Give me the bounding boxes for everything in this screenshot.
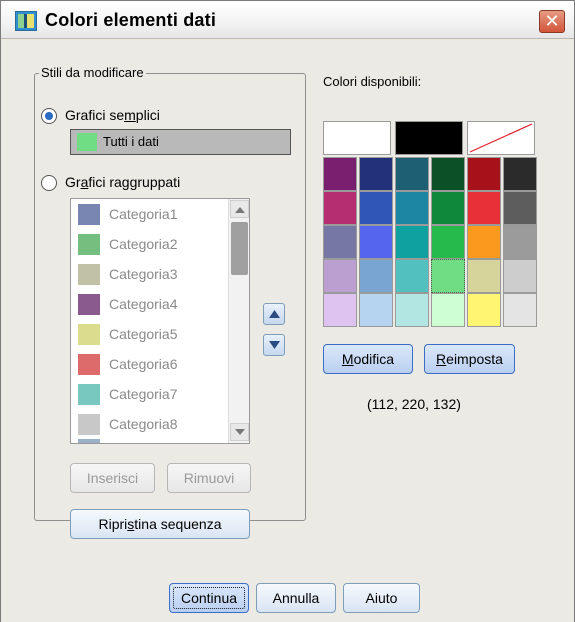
category-label: Categoria4 (109, 296, 178, 312)
list-item[interactable]: Categoria5 (71, 320, 227, 350)
color-palette (323, 121, 537, 327)
list-scrollbar[interactable] (228, 199, 249, 443)
available-colors-label: Colori disponibili: (323, 74, 422, 89)
palette-color-cell[interactable] (431, 157, 465, 191)
category-color-swatch (78, 354, 100, 375)
scroll-down-button[interactable] (230, 423, 249, 441)
palette-color-cell[interactable] (467, 191, 501, 225)
palette-color-cell[interactable] (395, 191, 429, 225)
palette-color-cell[interactable] (431, 293, 465, 327)
palette-color-cell[interactable] (395, 259, 429, 293)
category-color-swatch (78, 294, 100, 315)
remove-button[interactable]: Rimuovi (167, 463, 251, 493)
category-label: Categoria7 (109, 386, 178, 402)
category-label: Categoria2 (109, 236, 178, 252)
modify-button[interactable]: Modifica (323, 344, 413, 374)
palette-color-selected[interactable] (431, 259, 465, 293)
palette-color-cell[interactable] (503, 225, 537, 259)
move-up-button[interactable] (263, 303, 285, 325)
simple-charts-label[interactable]: Grafici semplici (65, 107, 160, 123)
simple-charts-radio[interactable] (41, 108, 57, 124)
selected-rgb-value: (112, 220, 132) (367, 396, 461, 412)
category-label: Categoria3 (109, 266, 178, 282)
category-color-swatch (78, 324, 100, 345)
palette-color-cell[interactable] (467, 259, 501, 293)
palette-color-cell[interactable] (503, 191, 537, 225)
list-item[interactable]: Categoria8 (71, 410, 227, 440)
list-item[interactable]: Categoria3 (71, 260, 227, 290)
palette-color-cell[interactable] (359, 259, 393, 293)
category-label: Categoria8 (109, 416, 178, 432)
palette-color-cell[interactable] (467, 157, 501, 191)
title-bar[interactable]: Colori elementi dati ✕ (1, 1, 574, 39)
category-label: Categoria1 (109, 206, 178, 222)
all-data-color-swatch (77, 133, 97, 151)
palette-color-cell[interactable] (359, 191, 393, 225)
category-color-swatch (78, 264, 100, 285)
palette-color-cell[interactable] (503, 259, 537, 293)
palette-color-cell[interactable] (395, 225, 429, 259)
all-data-label: Tutti i dati (103, 134, 159, 149)
category-color-swatch (78, 414, 100, 435)
scroll-up-icon (235, 207, 245, 213)
dialog-body: Stili da modificare Grafici semplici Tut… (1, 40, 574, 622)
dialog-title: Colori elementi dati (45, 10, 217, 30)
move-down-button[interactable] (263, 334, 285, 356)
palette-color-cell[interactable] (323, 157, 357, 191)
palette-color-cell[interactable] (323, 225, 357, 259)
list-item[interactable]: Categoria6 (71, 350, 227, 380)
help-button[interactable]: Aiuto (343, 583, 420, 613)
triangle-down-icon (269, 341, 280, 349)
chart-app-icon (15, 11, 37, 31)
palette-color-cell[interactable] (359, 225, 393, 259)
category-label: Categoria6 (109, 356, 178, 372)
palette-color-cell[interactable] (467, 293, 501, 327)
palette-color-cell[interactable] (503, 293, 537, 327)
insert-button[interactable]: Inserisci (70, 463, 155, 493)
category-color-swatch (78, 439, 100, 443)
styles-group-legend: Stili da modificare (39, 65, 146, 80)
category-color-swatch (78, 204, 100, 225)
palette-color-cell[interactable] (323, 293, 357, 327)
palette-color-cell[interactable] (323, 191, 357, 225)
list-item[interactable]: Categoria1 (71, 200, 227, 230)
palette-color-cell[interactable] (359, 293, 393, 327)
scroll-up-button[interactable] (230, 200, 249, 218)
scroll-down-icon (235, 429, 245, 435)
category-color-swatch (78, 384, 100, 405)
palette-color-white[interactable] (323, 121, 391, 155)
reset-order-button[interactable]: Ripristina sequenza (70, 509, 250, 539)
list-item[interactable]: Categoria4 (71, 290, 227, 320)
continue-button[interactable]: Continua (169, 583, 249, 613)
triangle-up-icon (269, 310, 280, 318)
list-item[interactable]: Categoria7 (71, 380, 227, 410)
category-listbox[interactable]: Categoria1 Categoria2 Categoria3 Categoria4… (70, 198, 250, 444)
palette-color-cell[interactable] (431, 191, 465, 225)
palette-color-cell[interactable] (395, 293, 429, 327)
reset-button[interactable]: Reimposta (424, 344, 515, 374)
grouped-charts-label[interactable]: Grafici raggruppati (65, 174, 180, 190)
palette-color-cell[interactable] (431, 225, 465, 259)
palette-color-cell[interactable] (467, 225, 501, 259)
grouped-charts-radio[interactable] (41, 175, 57, 191)
palette-color-black[interactable] (395, 121, 463, 155)
palette-color-cell[interactable] (323, 259, 357, 293)
all-data-item[interactable]: Tutti i dati (70, 129, 291, 155)
cancel-button[interactable]: Annulla (256, 583, 336, 613)
category-label: Categoria5 (109, 326, 178, 342)
category-color-swatch (78, 234, 100, 255)
close-icon: ✕ (544, 11, 560, 31)
no-color-slash-icon (469, 123, 533, 153)
list-item[interactable]: Categoria2 (71, 230, 227, 260)
palette-color-cell[interactable] (503, 157, 537, 191)
palette-color-cell[interactable] (395, 157, 429, 191)
close-button[interactable]: ✕ (539, 10, 565, 33)
scroll-thumb[interactable] (231, 222, 248, 275)
palette-color-cell[interactable] (359, 157, 393, 191)
dialog-window: Colori elementi dati ✕ Stili da modifica… (0, 0, 575, 622)
palette-color-none[interactable] (467, 121, 535, 155)
